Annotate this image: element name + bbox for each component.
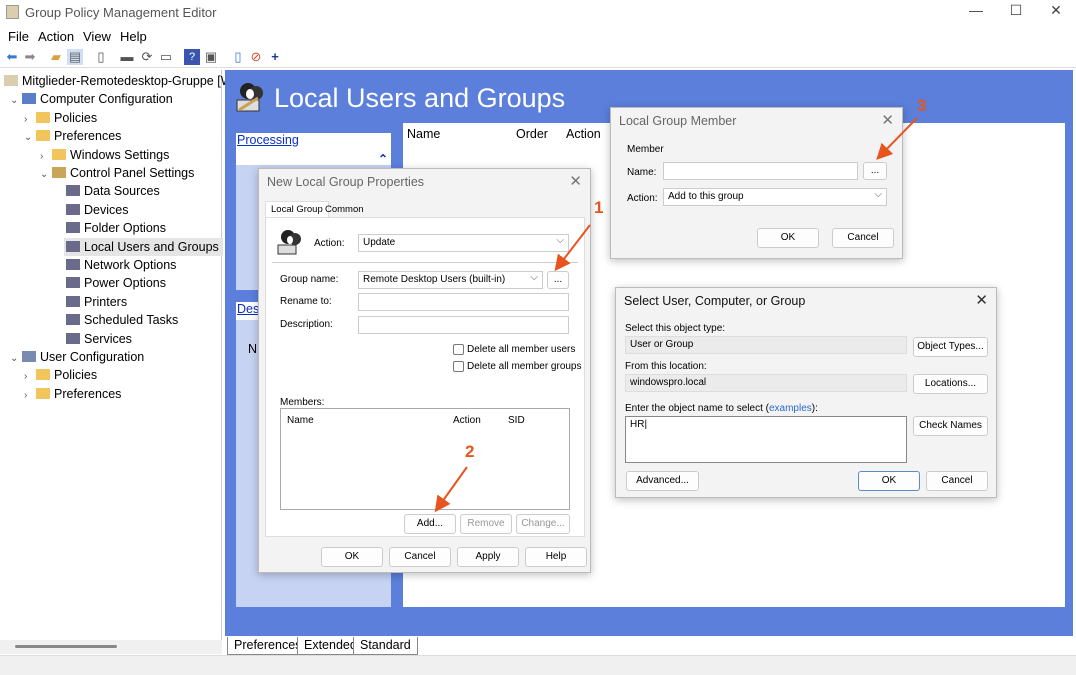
annotation-2: 2: [465, 442, 475, 461]
arrow-2: [434, 466, 468, 513]
arrow-1: [554, 224, 591, 272]
annotation-1: 1: [594, 198, 604, 217]
arrow-3: [876, 117, 918, 160]
annotation-arrows: [434, 117, 918, 513]
annotation-3: 3: [917, 96, 927, 115]
